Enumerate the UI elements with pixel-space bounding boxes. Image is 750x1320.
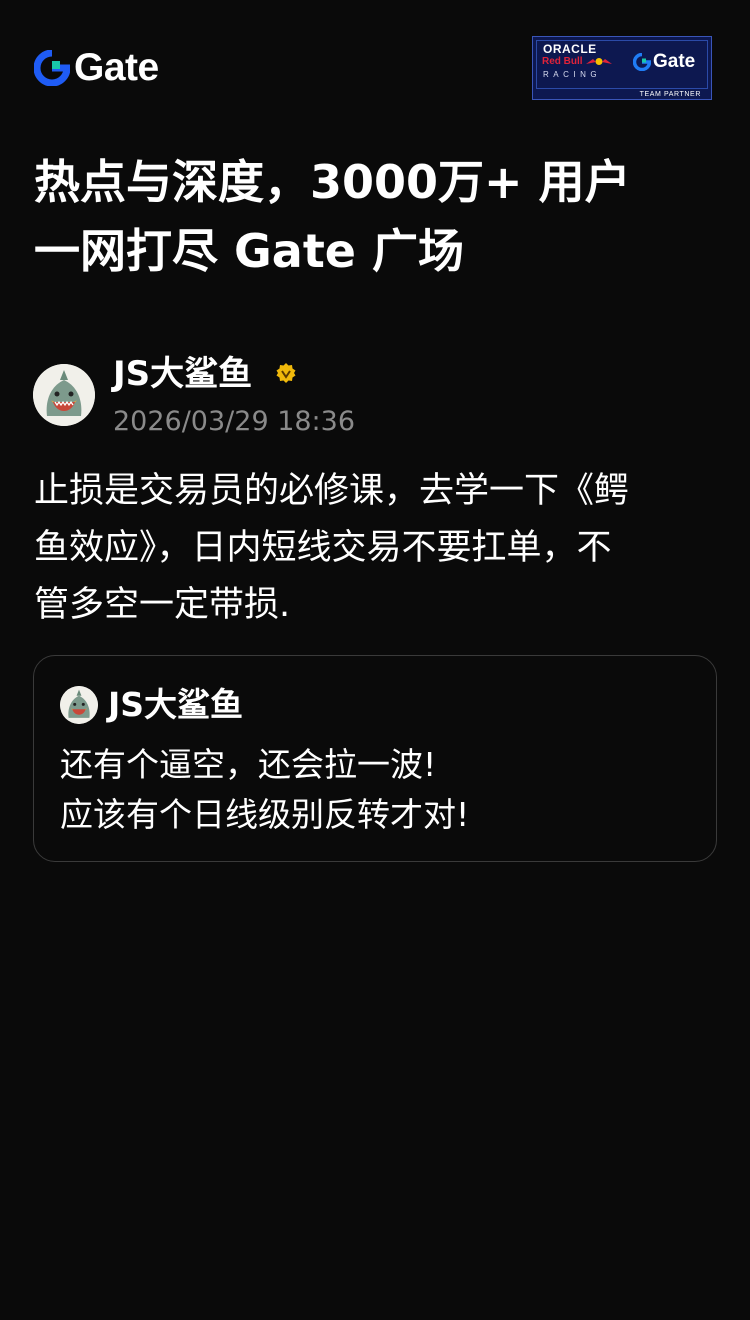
share-card: Gate ORACLE Red Bull RACING Gate TEAM PA… <box>0 0 750 1320</box>
quoted-post-card[interactable]: JS大鲨鱼 还有个逼空，还会拉一波! 应该有个日线级别反转才对! <box>33 655 717 862</box>
post-body: 止损是交易员的必修课，去学一下《鳄 鱼效应》，日内短线交易不要扛单，不 管多空一… <box>34 463 724 634</box>
bull-icon <box>586 58 612 65</box>
post-body-line: 管多空一定带损. <box>34 585 291 625</box>
shark-avatar-icon <box>60 686 98 724</box>
quoted-post-line: 还有个逼空，还会拉一波! <box>60 745 437 784</box>
post-body-line: 鱼效应》，日内短线交易不要扛单，不 <box>34 528 612 568</box>
team-partner-badge: ORACLE Red Bull RACING Gate TEAM PARTNER <box>532 36 712 100</box>
headline-line-1: 热点与深度，3000万+ 用户 <box>34 155 631 209</box>
badge-redbull-text: Red Bull <box>542 56 583 67</box>
quoted-author-avatar <box>60 686 98 724</box>
badge-racing-text: RACING <box>543 70 602 79</box>
post-timestamp: 2026/03/29 18:36 <box>113 406 356 437</box>
badge-team-partner-text: TEAM PARTNER <box>639 91 701 98</box>
author-avatar[interactable] <box>33 364 95 426</box>
badge-oracle-text: ORACLE <box>543 42 597 56</box>
quoted-post-text: 还有个逼空，还会拉一波! 应该有个日线级别反转才对! <box>60 740 469 840</box>
logo-text: Gate <box>74 46 159 89</box>
shark-avatar-icon <box>33 364 95 426</box>
quoted-post-line: 应该有个日线级别反转才对! <box>60 795 470 834</box>
badge-gate-logo: Gate <box>633 51 695 73</box>
gate-logo-small-icon <box>633 53 651 71</box>
page-headline: 热点与深度，3000万+ 用户 一网打尽 Gate 广场 <box>34 148 724 286</box>
verified-badge-icon <box>276 363 296 383</box>
gate-logo-icon <box>34 50 70 86</box>
quoted-author-name: JS大鲨鱼 <box>108 685 244 724</box>
headline-line-2: 一网打尽 Gate 广场 <box>34 224 465 278</box>
gate-logo: Gate <box>34 48 159 88</box>
author-name[interactable]: JS大鲨鱼 <box>113 352 252 396</box>
post-body-line: 止损是交易员的必修课，去学一下《鳄 <box>34 471 630 511</box>
badge-gate-text: Gate <box>653 51 696 72</box>
